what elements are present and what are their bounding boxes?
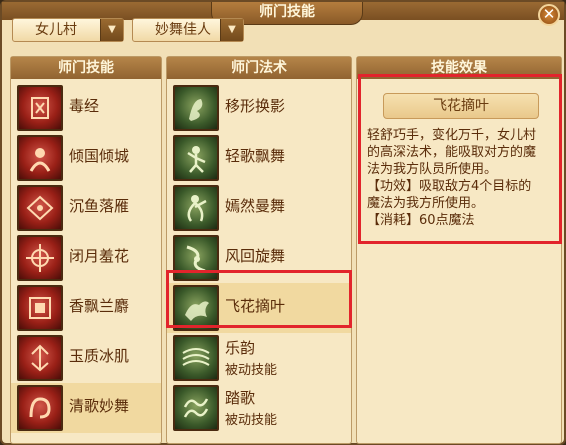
spell-label: 踏歌 — [225, 389, 256, 407]
skill-item[interactable]: 玉质冰肌 — [11, 333, 161, 383]
role-dropdown[interactable]: 妙舞佳人 ▼ — [132, 18, 244, 42]
melody-icon — [173, 335, 219, 381]
skill-item[interactable]: 香飘兰麝 — [11, 283, 161, 333]
spell-sublabel: 被动技能 — [225, 363, 278, 378]
skill-item[interactable]: 沉鱼落雁 — [11, 183, 161, 233]
skill-label: 倾国倾城 — [69, 147, 130, 165]
effect-highlight — [358, 74, 562, 244]
chevron-down-icon[interactable]: ▼ — [220, 19, 243, 41]
spell-label: 乐韵 — [225, 339, 256, 357]
sect-skills-panel: 师门技能 毒经倾国倾城沉鱼落雁闭月羞花香飘兰麝玉质冰肌清歌妙舞 — [10, 56, 162, 444]
spell-item[interactable]: 轻歌飘舞 — [167, 133, 351, 183]
skill-window: 师门技能 ✕ 女儿村 ▼ 妙舞佳人 ▼ 师门技能 毒经倾国倾城沉鱼落雁闭月羞花香… — [0, 0, 566, 445]
spell-label: 风回旋舞 — [225, 247, 286, 265]
sect-skills-header: 师门技能 — [11, 57, 161, 79]
skill-item[interactable]: 倾国倾城 — [11, 133, 161, 183]
spell-label: 移形换影 — [225, 97, 286, 115]
step-song-icon — [173, 385, 219, 431]
spell-item[interactable]: 踏歌 被动技能 — [167, 383, 351, 433]
sect-dropdown[interactable]: 女儿村 ▼ — [12, 18, 124, 42]
beauty-icon — [17, 135, 63, 181]
chevron-down-icon[interactable]: ▼ — [100, 19, 123, 41]
skill-label: 清歌妙舞 — [69, 397, 130, 415]
skill-item[interactable]: 清歌妙舞 — [11, 383, 161, 433]
dance-icon — [17, 385, 63, 431]
shadow-shift-icon — [173, 85, 219, 131]
graceful-dance-icon — [173, 185, 219, 231]
moon-icon — [17, 235, 63, 281]
skill-label: 玉质冰肌 — [69, 347, 130, 365]
sect-spells-panel: 师门法术 移形换影 轻歌飘舞 嫣然曼舞 风回旋舞 飞花摘叶 乐韵 被动技能 踏歌 被动技能 — [166, 56, 352, 444]
spell-item[interactable]: 嫣然曼舞 — [167, 183, 351, 233]
sect-spells-header: 师门法术 — [167, 57, 351, 79]
light-dance-icon — [173, 135, 219, 181]
sect-dropdown-value: 女儿村 — [35, 22, 77, 38]
selected-spell-highlight — [166, 270, 352, 328]
fish-icon — [17, 185, 63, 231]
fragrance-icon — [17, 285, 63, 331]
skill-item[interactable]: 闭月羞花 — [11, 233, 161, 283]
spell-item[interactable]: 乐韵 被动技能 — [167, 333, 351, 383]
close-icon[interactable]: ✕ — [538, 4, 560, 26]
skill-item[interactable]: 毒经 — [11, 83, 161, 133]
jade-icon — [17, 335, 63, 381]
spell-label: 轻歌飘舞 — [225, 147, 286, 165]
spell-item[interactable]: 移形换影 — [167, 83, 351, 133]
role-dropdown-value: 妙舞佳人 — [155, 22, 211, 38]
skill-label: 闭月羞花 — [69, 247, 130, 265]
skill-label: 毒经 — [69, 97, 100, 115]
skill-label: 沉鱼落雁 — [69, 197, 130, 215]
spell-sublabel: 被动技能 — [225, 413, 278, 428]
spell-label: 嫣然曼舞 — [225, 197, 286, 215]
skill-label: 香飘兰麝 — [69, 297, 130, 315]
poison-icon — [17, 85, 63, 131]
